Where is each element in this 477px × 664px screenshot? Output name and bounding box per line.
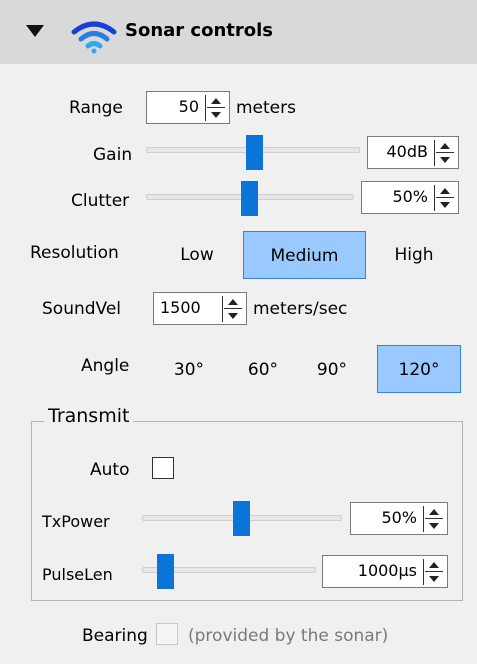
clutter-stepper[interactable] xyxy=(434,185,454,211)
clutter-value: 50% xyxy=(392,187,428,206)
resolution-option-high[interactable]: High xyxy=(376,231,452,279)
bearing-label: Bearing xyxy=(82,626,148,646)
txpower-value: 50% xyxy=(381,508,417,527)
resolution-option-low[interactable]: Low xyxy=(162,231,232,279)
transmit-group-title: Transmit xyxy=(44,405,134,427)
range-value: 50 xyxy=(178,97,199,116)
auto-label: Auto xyxy=(90,460,130,480)
auto-checkbox[interactable] xyxy=(152,457,174,479)
gain-stepper[interactable] xyxy=(434,140,454,166)
bearing-checkbox[interactable] xyxy=(156,623,178,645)
resolution-label: Resolution xyxy=(30,243,119,263)
soundvel-label: SoundVel xyxy=(42,299,122,319)
soundvel-value: 1500 xyxy=(160,298,201,317)
soundvel-stepper[interactable] xyxy=(222,296,242,322)
txpower-label: TxPower xyxy=(42,512,110,531)
clutter-label: Clutter xyxy=(71,191,130,211)
txpower-stepper[interactable] xyxy=(423,506,443,532)
range-label: Range xyxy=(69,98,123,118)
range-stepper[interactable] xyxy=(205,95,225,121)
clutter-slider-thumb[interactable] xyxy=(241,181,258,216)
gain-slider-thumb[interactable] xyxy=(246,135,263,170)
angle-option-30[interactable]: 30° xyxy=(164,346,214,394)
resolution-option-medium[interactable]: Medium xyxy=(243,231,366,279)
soundvel-unit: meters/sec xyxy=(253,299,348,319)
wifi-icon xyxy=(71,21,117,54)
pulselen-slider-thumb[interactable] xyxy=(157,554,174,589)
txpower-spinbox[interactable]: 50% xyxy=(350,502,448,535)
txpower-slider-thumb[interactable] xyxy=(233,501,250,536)
angle-option-60[interactable]: 60° xyxy=(238,346,288,394)
bearing-note: (provided by the sonar) xyxy=(188,626,389,646)
gain-spinbox[interactable]: 40dB xyxy=(367,136,459,169)
soundvel-spinbox[interactable]: 1500 xyxy=(153,292,247,325)
angle-option-120[interactable]: 120° xyxy=(377,345,461,393)
range-unit: meters xyxy=(236,98,296,118)
angle-option-90[interactable]: 90° xyxy=(307,346,357,394)
pulselen-stepper[interactable] xyxy=(423,559,443,585)
range-spinbox[interactable]: 50 xyxy=(146,91,230,124)
pulselen-spinbox[interactable]: 1000μs xyxy=(322,555,448,588)
panel-title: Sonar controls xyxy=(125,20,274,41)
pulselen-label: PulseLen xyxy=(42,565,113,584)
clutter-spinbox[interactable]: 50% xyxy=(361,181,459,214)
gain-value: 40dB xyxy=(386,142,429,161)
pulselen-value: 1000μs xyxy=(357,561,417,580)
chevron-down-icon[interactable] xyxy=(26,25,44,37)
gain-label: Gain xyxy=(93,145,133,165)
angle-label: Angle xyxy=(81,356,130,376)
